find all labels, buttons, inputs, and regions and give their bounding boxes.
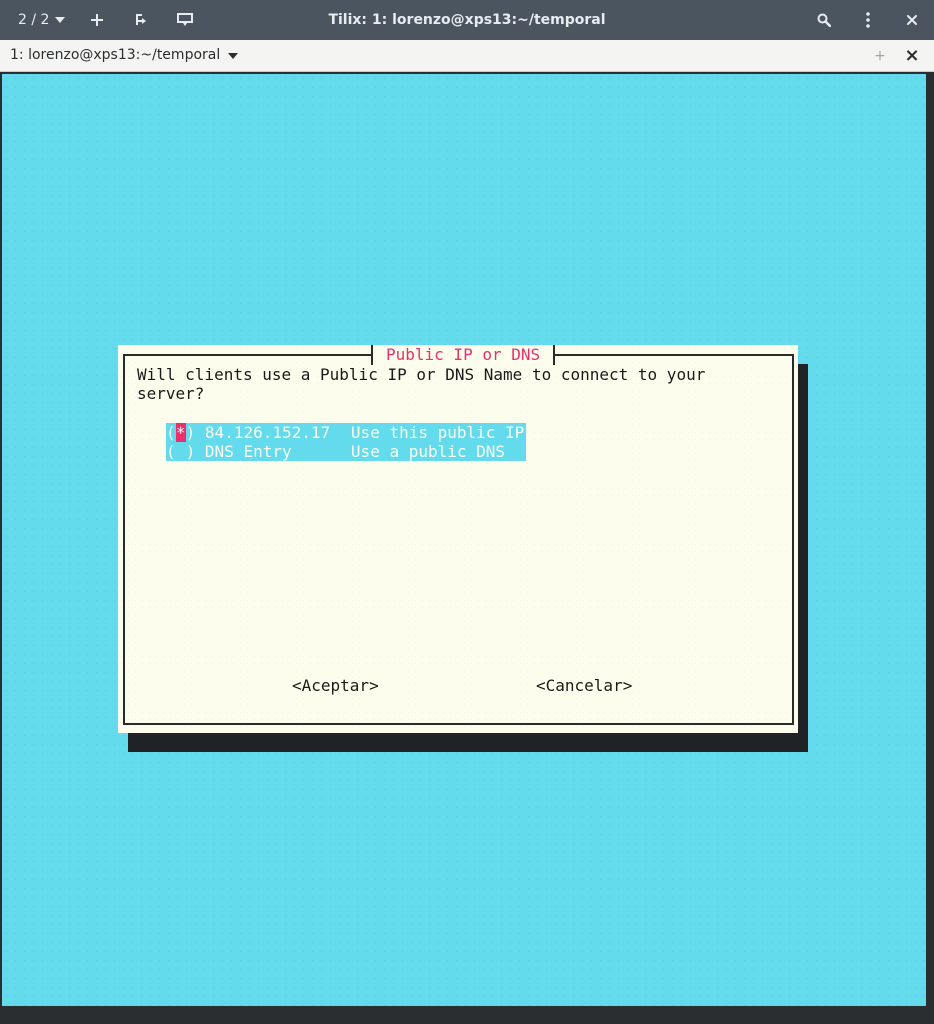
plus-icon bbox=[91, 14, 104, 26]
option-name: 84.126.152.17 bbox=[204, 423, 331, 442]
search-icon bbox=[817, 13, 831, 27]
header-bar: 2 / 2 Tilix: 1: lorenzo@xps13:~/temporal bbox=[0, 0, 934, 40]
chevron-down-icon bbox=[228, 52, 239, 59]
radio-list: (*) 84.126.152.17 Use this public IP ( ) … bbox=[166, 423, 526, 461]
search-button[interactable] bbox=[802, 0, 846, 40]
public-ip-dialog: Public IP or DNS Will clients use a Publ… bbox=[118, 345, 798, 733]
terminal-title-bar: 1: lorenzo@xps13:~/temporal + × bbox=[0, 40, 934, 72]
radio-option-dns[interactable]: ( ) DNS Entry Use a public DNS bbox=[166, 442, 526, 461]
radio-close-paren: ) bbox=[185, 442, 196, 461]
maximize-terminal-button[interactable]: + bbox=[864, 40, 896, 71]
prompt-line: Will clients use a Public IP or DNS Name… bbox=[137, 365, 706, 384]
session-counter: 2 / 2 bbox=[18, 12, 50, 28]
radio-open-paren: ( bbox=[166, 442, 176, 461]
radio-close-paren: ) bbox=[185, 423, 196, 442]
terminal-title: 1: lorenzo@xps13:~/temporal bbox=[10, 47, 221, 63]
kebab-menu-icon bbox=[866, 12, 870, 28]
session-sidebar-icon bbox=[177, 13, 194, 26]
radio-open-paren: ( bbox=[166, 423, 176, 442]
close-icon bbox=[907, 15, 917, 25]
menu-button[interactable] bbox=[846, 0, 890, 40]
radio-mark-empty[interactable] bbox=[176, 442, 186, 461]
plus-icon: + bbox=[874, 47, 886, 64]
dialog-buttons: <Aceptar> <Cancelar> bbox=[118, 676, 798, 696]
terminal-title-dropdown[interactable]: 1: lorenzo@xps13:~/temporal bbox=[10, 40, 239, 71]
accept-button[interactable]: <Aceptar> bbox=[292, 676, 379, 696]
window-close-button[interactable] bbox=[890, 0, 934, 40]
session-sidebar-button[interactable] bbox=[163, 0, 207, 40]
header-right-controls bbox=[802, 0, 934, 40]
split-terminal-icon bbox=[136, 14, 147, 25]
option-description: Use a public DNS bbox=[350, 442, 506, 461]
session-switcher[interactable]: 2 / 2 bbox=[0, 0, 75, 40]
cancel-button[interactable]: <Cancelar> bbox=[536, 676, 632, 696]
dialog-prompt: Will clients use a Public IP or DNS Name… bbox=[137, 365, 737, 403]
terminal-title-actions: + × bbox=[864, 40, 928, 71]
radio-option-public-ip[interactable]: (*) 84.126.152.17 Use this public IP bbox=[166, 423, 526, 442]
header-left-controls: 2 / 2 bbox=[0, 0, 207, 40]
close-terminal-button[interactable]: × bbox=[896, 40, 928, 71]
chevron-down-icon bbox=[55, 17, 66, 23]
radio-mark-selected[interactable]: * bbox=[175, 423, 186, 442]
dialog-frame: Public IP or DNS bbox=[123, 345, 794, 725]
split-terminal-button[interactable] bbox=[119, 0, 163, 40]
option-name: DNS Entry bbox=[204, 442, 292, 461]
prompt-line: server? bbox=[137, 384, 205, 403]
close-icon: × bbox=[904, 45, 920, 66]
option-description: Use this public IP bbox=[350, 423, 525, 442]
dialog-title: Public IP or DNS bbox=[371, 345, 556, 365]
add-terminal-button[interactable] bbox=[75, 0, 119, 40]
